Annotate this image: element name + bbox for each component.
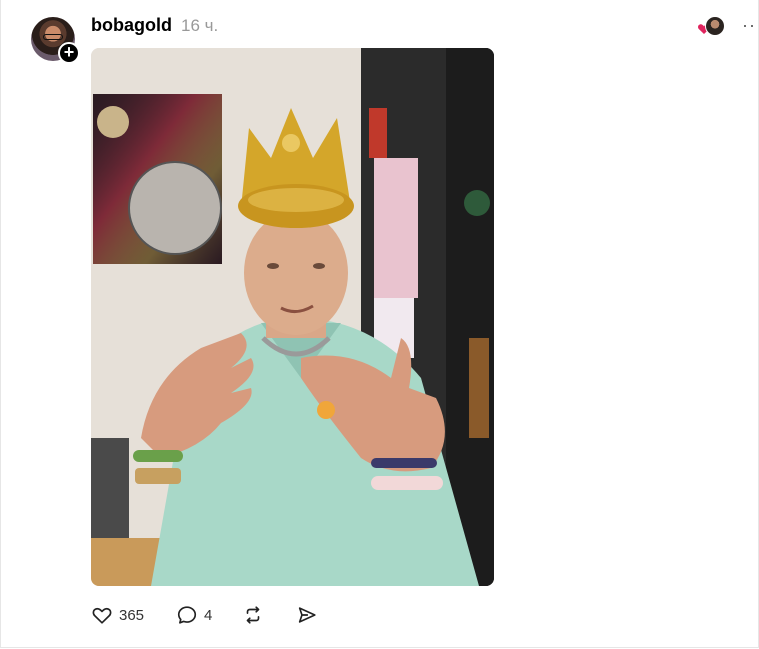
follow-button[interactable]: + bbox=[58, 42, 80, 64]
replies-count: 4 bbox=[204, 606, 213, 624]
like-button[interactable]: 365 bbox=[91, 600, 144, 630]
share-button[interactable] bbox=[296, 600, 318, 630]
comment-icon bbox=[177, 606, 197, 624]
repost-button[interactable] bbox=[241, 600, 265, 630]
username[interactable]: bobagold bbox=[91, 15, 172, 36]
likes-count: 365 bbox=[119, 606, 145, 624]
post-photo[interactable] bbox=[91, 48, 494, 586]
post-timestamp[interactable]: 16 ч. bbox=[181, 16, 218, 36]
photo-man-in-gold-crown-icon bbox=[91, 48, 494, 586]
liker-avatar[interactable] bbox=[705, 16, 725, 36]
more-options-button[interactable]: ·· bbox=[742, 16, 759, 34]
reply-button[interactable]: 4 bbox=[176, 600, 212, 630]
repost-icon bbox=[246, 606, 260, 624]
avatar-glasses bbox=[43, 34, 63, 40]
heart-icon bbox=[92, 607, 112, 624]
send-icon bbox=[298, 607, 316, 623]
